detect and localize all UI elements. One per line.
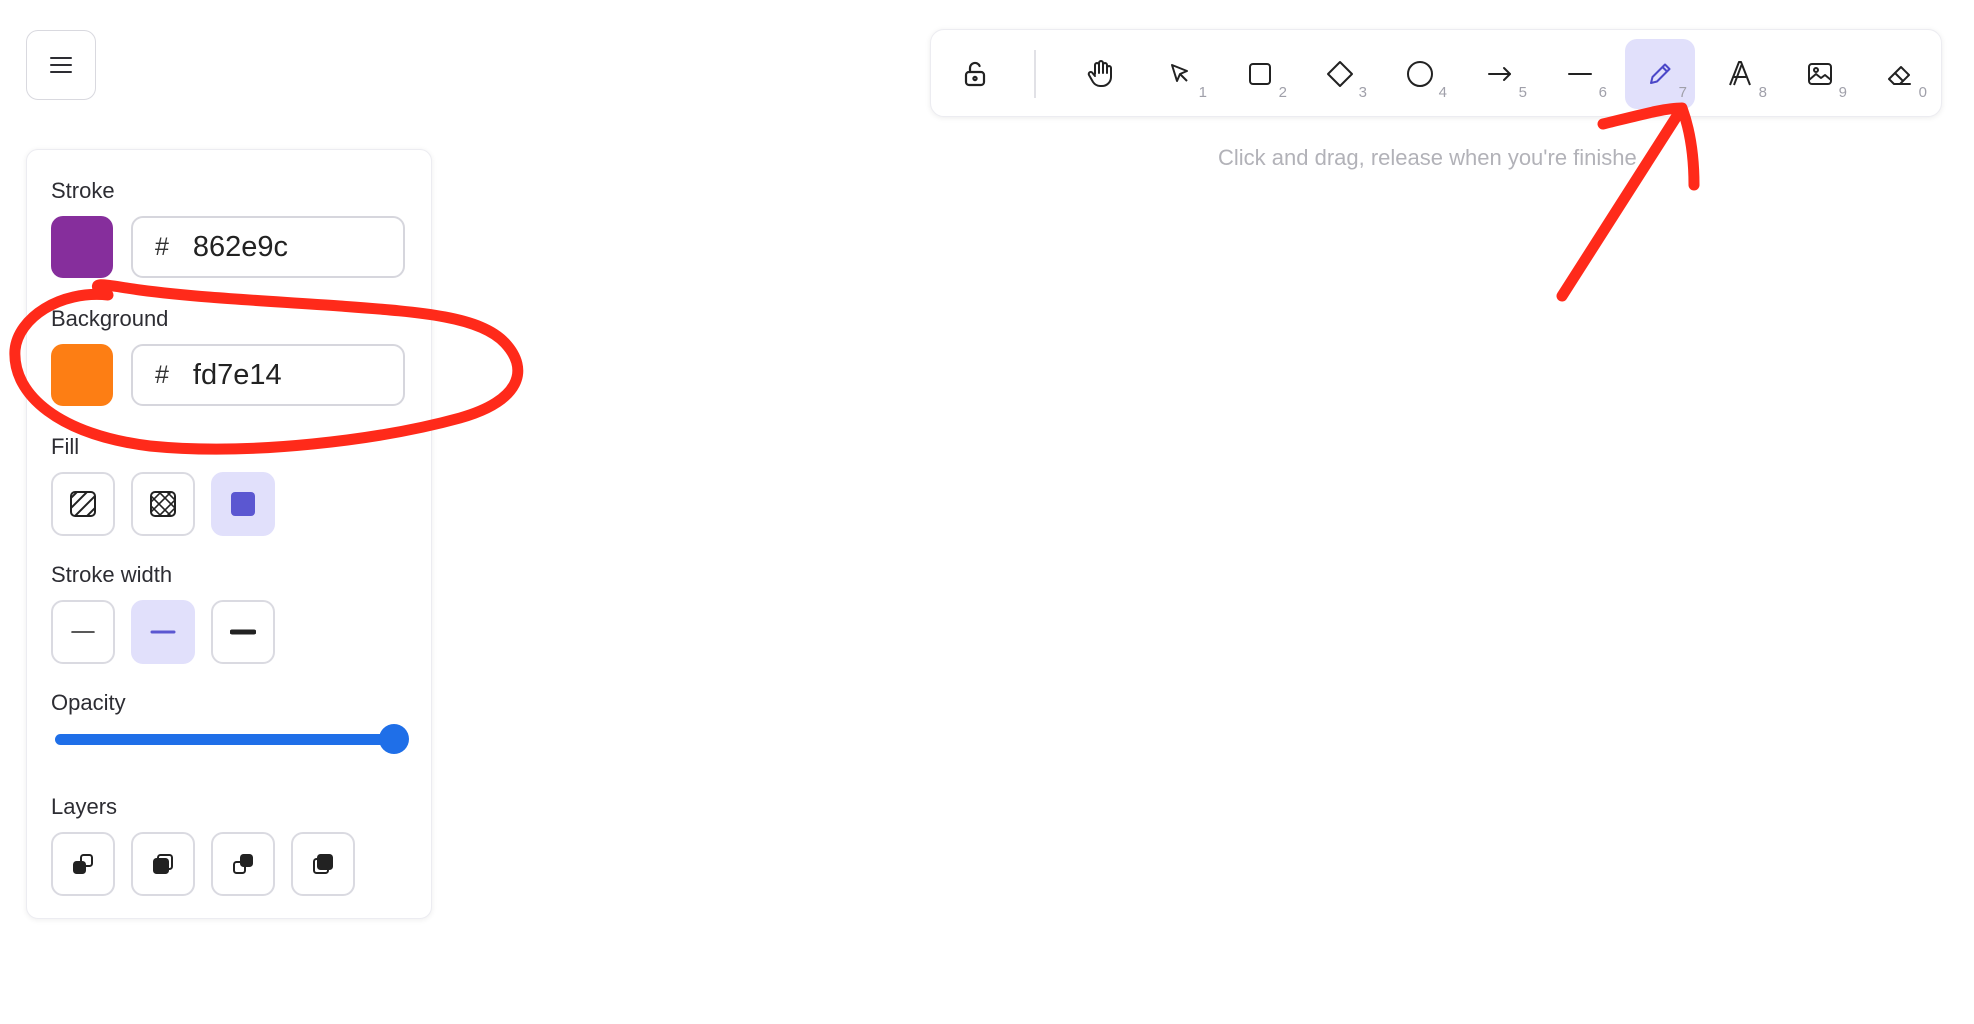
bring-to-front-button[interactable] [291,832,355,896]
background-hex-value: fd7e14 [192,358,282,391]
tool-key-label: 9 [1838,84,1847,101]
line-icon [1568,73,1592,75]
eraser-icon [1888,66,1911,85]
background-label: Background [51,306,169,331]
tool-key-label: 8 [1758,84,1767,101]
cross-hatch-fill-icon [150,491,176,517]
tool-selection[interactable]: 1 [1145,39,1215,109]
solid-fill-icon [231,492,255,516]
tool-key-label: 4 [1438,84,1447,101]
opacity-slider-track[interactable] [55,734,393,745]
tool-text[interactable]: 8 [1705,39,1775,109]
medium-line-icon [150,630,176,634]
tool-hand[interactable] [1065,39,1135,109]
tool-key-label: 7 [1678,84,1687,101]
opacity-label: Opacity [51,690,126,715]
ellipse-icon [1407,61,1433,87]
hash-symbol: # [155,232,169,261]
opacity-slider-thumb[interactable] [379,724,409,754]
tool-key-label: 0 [1918,84,1927,101]
properties-panel: Stroke # 862e9c Background # fd7e14 Fill [26,149,432,919]
send-to-back-button[interactable] [51,832,115,896]
bring-forward-icon [233,854,253,874]
tool-draw[interactable]: 7 [1625,39,1695,109]
tool-line[interactable]: 6 [1545,39,1615,109]
tool-image[interactable]: 9 [1785,39,1855,109]
arrow-icon [1488,67,1511,81]
unlock-icon [964,61,986,87]
bring-forward-button[interactable] [211,832,275,896]
background-hex-input[interactable]: # fd7e14 [131,344,405,406]
thick-line-icon [230,629,256,635]
fill-cross-hatch-button[interactable] [131,472,195,536]
hamburger-menu-icon [50,57,72,73]
menu-button[interactable] [26,30,96,100]
stroke-label: Stroke [51,178,115,203]
diamond-icon [1327,61,1353,87]
tool-key-label: 6 [1598,84,1607,101]
tool-key-label: 3 [1358,84,1367,101]
text-icon [1729,61,1751,86]
stroke-hex-input[interactable]: # 862e9c [131,216,405,278]
thin-line-icon [71,631,95,633]
fill-solid-button[interactable] [211,472,275,536]
image-icon [1808,63,1832,85]
toolbar-divider [1034,50,1036,98]
tool-key-label: 5 [1518,84,1527,101]
pointer-icon [1171,64,1188,82]
layers-label: Layers [51,794,118,819]
hash-symbol: # [155,360,169,389]
stroke-width-thin-button[interactable] [51,600,115,664]
toolbar: 1 2 3 4 5 6 7 8 9 0 [930,29,1942,117]
tool-rectangle[interactable]: 2 [1225,39,1295,109]
stroke-color-swatch[interactable] [51,216,113,278]
send-backward-icon [153,854,173,874]
red-arrow-annotation [1556,102,1700,302]
stroke-width-medium-button[interactable] [131,600,195,664]
send-backward-button[interactable] [131,832,195,896]
hatch-fill-icon [70,491,96,517]
tool-key-label: 2 [1278,84,1287,101]
tool-lock[interactable] [940,39,1010,109]
tool-diamond[interactable]: 3 [1305,39,1375,109]
tool-arrow[interactable]: 5 [1465,39,1535,109]
stroke-hex-value: 862e9c [192,230,289,263]
background-color-swatch[interactable] [51,344,113,406]
hand-icon [1087,60,1112,87]
tool-eraser[interactable]: 0 [1865,39,1935,109]
rectangle-icon [1249,63,1271,85]
tool-ellipse[interactable]: 4 [1385,39,1455,109]
bring-to-front-icon [313,854,333,874]
send-to-back-icon [73,854,93,874]
stroke-width-label: Stroke width [51,562,173,587]
drawing-hint: Click and drag, release when you're fini… [1218,145,1637,170]
fill-hatch-button[interactable] [51,472,115,536]
stroke-width-thick-button[interactable] [211,600,275,664]
tool-key-label: 1 [1198,84,1207,101]
fill-label: Fill [51,434,80,459]
pencil-icon [1650,63,1671,84]
